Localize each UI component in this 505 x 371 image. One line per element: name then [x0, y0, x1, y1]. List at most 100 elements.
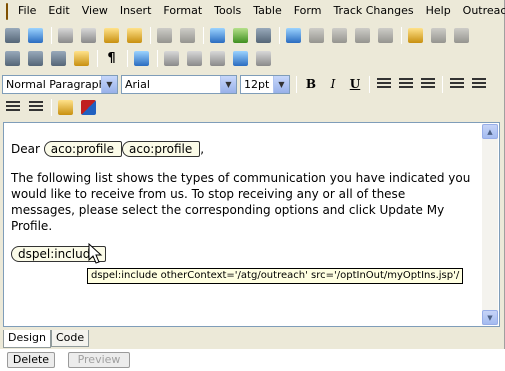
- image-icon[interactable]: [230, 26, 251, 45]
- align-left-icon[interactable]: [373, 74, 395, 94]
- table-delete-column-icon[interactable]: [352, 26, 373, 45]
- body-paragraph: The following list shows the types of co…: [11, 171, 471, 233]
- scroll-up-icon[interactable]: ▲: [482, 124, 498, 139]
- toolbar-separator: [51, 98, 52, 116]
- menu-outreach[interactable]: Outreach: [457, 1, 505, 21]
- document-content[interactable]: Dear aco:profile aco:profile, The followi…: [11, 141, 471, 262]
- menu-help[interactable]: Help: [420, 1, 457, 21]
- redo-icon[interactable]: [177, 26, 198, 45]
- frame-icon[interactable]: [161, 49, 182, 68]
- bold-button[interactable]: B: [300, 74, 322, 94]
- mouse-pointer-icon: [88, 243, 103, 264]
- standard-toolbar: [2, 24, 474, 46]
- vertical-scrollbar[interactable]: ▲ ▼: [482, 124, 498, 325]
- menu-format[interactable]: Format: [157, 1, 208, 21]
- form-edit-icon[interactable]: [405, 26, 426, 45]
- paragraph-style-value: Normal Paragraph: [6, 77, 101, 91]
- font-select[interactable]: Arial ▼: [121, 74, 237, 94]
- font-size-value: 12pt: [244, 77, 270, 91]
- indent-icon[interactable]: [25, 98, 46, 117]
- frame-icon[interactable]: [230, 49, 251, 68]
- equation-icon[interactable]: [253, 26, 274, 45]
- menu-table[interactable]: Table: [247, 1, 287, 21]
- undo-icon[interactable]: [154, 26, 175, 45]
- format-painter-icon[interactable]: [124, 26, 145, 45]
- frame-icon[interactable]: [207, 49, 228, 68]
- document-editor[interactable]: Dear aco:profile aco:profile, The followi…: [3, 122, 500, 327]
- numbered-list-icon[interactable]: [468, 74, 490, 94]
- form-icon[interactable]: [451, 26, 472, 45]
- form-icon[interactable]: [428, 26, 449, 45]
- align-right-icon[interactable]: [417, 74, 439, 94]
- web-link-icon[interactable]: [207, 26, 228, 45]
- document-icon[interactable]: [71, 49, 92, 68]
- delete-button[interactable]: Delete: [7, 352, 55, 368]
- html-editor: File Edit View Insert Format Tools Table…: [0, 0, 505, 349]
- tag-tooltip: dspel:include otherContext='/atg/outreac…: [87, 268, 464, 284]
- formatting-toolbar: Normal Paragraph ▼ Arial ▼ 12pt ▼ B I U: [2, 72, 490, 96]
- menu-insert[interactable]: Insert: [114, 1, 158, 21]
- toolbar-separator: [296, 75, 297, 93]
- document-icon[interactable]: [25, 49, 46, 68]
- font-color-icon[interactable]: [78, 98, 99, 117]
- tab-design[interactable]: Design: [3, 330, 51, 348]
- chevron-down-icon[interactable]: ▼: [101, 75, 117, 93]
- copy-icon[interactable]: [78, 26, 99, 45]
- frame-icon[interactable]: [184, 49, 205, 68]
- chevron-down-icon[interactable]: ▼: [220, 75, 236, 93]
- paste-icon[interactable]: [101, 26, 122, 45]
- toolbar-separator: [279, 26, 280, 44]
- toolbar-separator: [442, 75, 443, 93]
- tab-code[interactable]: Code: [50, 330, 90, 347]
- toolbar-separator: [127, 49, 128, 67]
- toolbar-separator: [369, 75, 370, 93]
- underline-button[interactable]: U: [344, 74, 366, 94]
- aco-profile-tag[interactable]: aco:profile: [122, 141, 201, 157]
- table-icon[interactable]: [283, 26, 304, 45]
- cut-icon[interactable]: [55, 26, 76, 45]
- table-delete-row-icon[interactable]: [375, 26, 396, 45]
- menu-tools[interactable]: Tools: [208, 1, 247, 21]
- preview-button[interactable]: Preview: [68, 352, 130, 368]
- align-center-icon[interactable]: [395, 74, 417, 94]
- italic-button[interactable]: I: [322, 74, 344, 94]
- view-tabs: Design Code: [3, 330, 90, 348]
- bulleted-list-icon[interactable]: [446, 74, 468, 94]
- document-icon[interactable]: [2, 49, 23, 68]
- menu-view[interactable]: View: [76, 1, 114, 21]
- indent-toolbar: [2, 96, 101, 118]
- menu-bar: File Edit View Insert Format Tools Table…: [0, 0, 505, 22]
- spellcheck-icon[interactable]: [25, 26, 46, 45]
- toolbar-separator: [97, 49, 98, 67]
- chevron-down-icon[interactable]: ▼: [273, 75, 289, 93]
- menu-edit[interactable]: Edit: [42, 1, 75, 21]
- comma-text: ,: [200, 142, 205, 156]
- frame-icon[interactable]: [253, 49, 274, 68]
- highlight-icon[interactable]: [55, 98, 76, 117]
- greeting-line: Dear aco:profile aco:profile,: [11, 141, 471, 157]
- menu-track-changes[interactable]: Track Changes: [327, 1, 419, 21]
- insert-toolbar: ¶: [2, 47, 276, 69]
- toolbar-separator: [157, 49, 158, 67]
- menu-form[interactable]: Form: [288, 1, 328, 21]
- table-insert-row-icon[interactable]: [306, 26, 327, 45]
- aco-profile-tag[interactable]: aco:profile: [43, 141, 122, 157]
- toolbar-separator: [51, 26, 52, 44]
- font-value: Arial: [125, 77, 150, 91]
- toolbar-separator: [401, 26, 402, 44]
- app-menu-icon[interactable]: [6, 2, 8, 20]
- toolbar-separator: [150, 26, 151, 44]
- scroll-down-icon[interactable]: ▼: [482, 310, 498, 325]
- table-insert-column-icon[interactable]: [329, 26, 350, 45]
- font-size-select[interactable]: 12pt ▼: [240, 74, 290, 94]
- include-line: dspel:include: [11, 246, 471, 262]
- menu-file[interactable]: File: [12, 1, 42, 21]
- pilcrow-icon[interactable]: ¶: [101, 49, 122, 68]
- greeting-text: Dear: [11, 142, 40, 156]
- document-icon[interactable]: [48, 49, 69, 68]
- toolbar-separator: [203, 26, 204, 44]
- paragraph-style-select[interactable]: Normal Paragraph ▼: [2, 74, 118, 94]
- link-icon[interactable]: [131, 49, 152, 68]
- outdent-icon[interactable]: [2, 98, 23, 117]
- print-icon[interactable]: [2, 26, 23, 45]
